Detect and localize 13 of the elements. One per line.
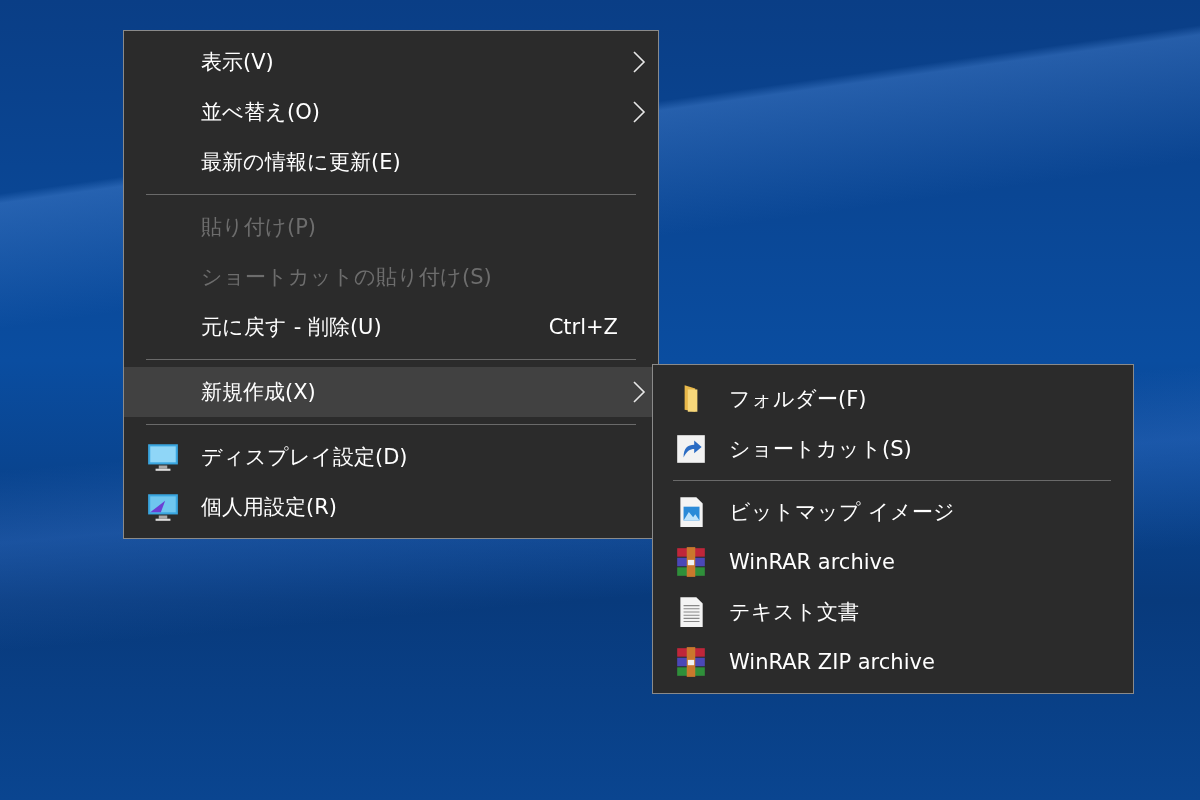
- menu-item[interactable]: WinRAR archive: [653, 537, 1133, 587]
- menu-item[interactable]: WinRAR ZIP archive: [653, 637, 1133, 687]
- menu-item[interactable]: テキスト文書: [653, 587, 1133, 637]
- menu-item[interactable]: 並べ替え(O): [124, 87, 658, 137]
- archive-icon: [674, 545, 708, 579]
- chevron-right-icon: [631, 100, 647, 124]
- chevron-right-icon: [631, 380, 647, 404]
- menu-item[interactable]: 表示(V): [124, 37, 658, 87]
- chevron-right-icon: [631, 50, 647, 74]
- menu-item[interactable]: 最新の情報に更新(E): [124, 137, 658, 187]
- archive-icon: [674, 645, 708, 679]
- menu-item[interactable]: 元に戻す - 削除(U) Ctrl+Z: [124, 302, 658, 352]
- shortcut-icon: [674, 432, 708, 466]
